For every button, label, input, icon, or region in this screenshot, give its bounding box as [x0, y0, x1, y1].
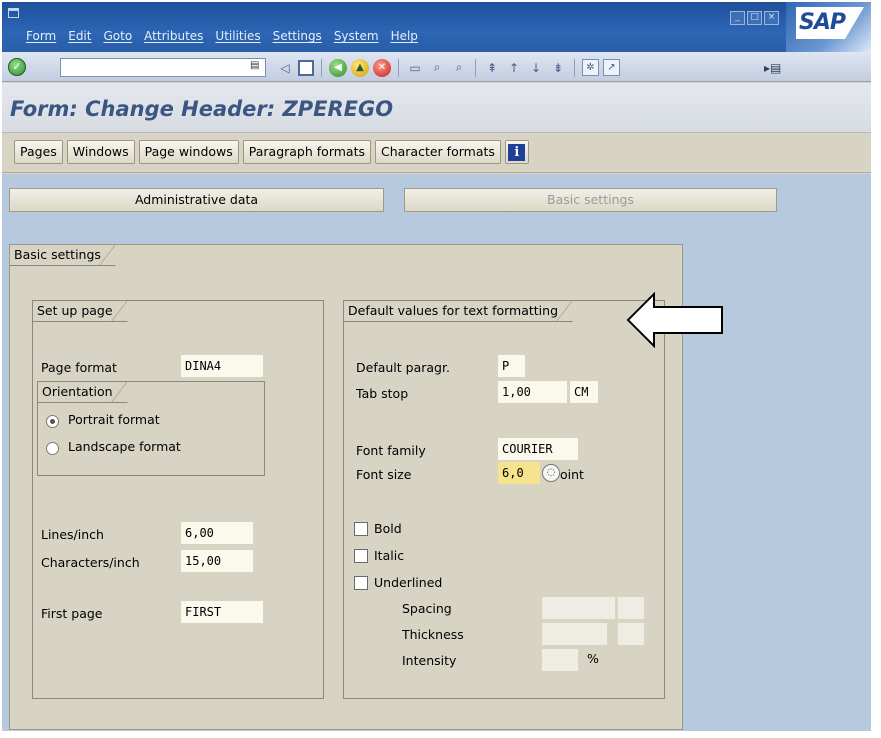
orientation-title: Orientation: [38, 382, 128, 403]
find-next-icon[interactable]: ⌕: [450, 59, 468, 77]
spacing-unit-field[interactable]: [618, 597, 644, 619]
help-icon[interactable]: ▸▤: [764, 61, 781, 75]
exit-icon[interactable]: ▲: [351, 58, 369, 77]
italic-checkbox[interactable]: [354, 549, 368, 563]
bold-checkbox[interactable]: [354, 522, 368, 536]
tab-stop-label: Tab stop: [356, 386, 409, 401]
window-controls: _ □ ×: [730, 11, 779, 25]
font-size-field[interactable]: 6,0: [498, 462, 540, 484]
first-page-field[interactable]: FIRST: [181, 601, 263, 623]
back-icon[interactable]: ◀: [329, 58, 347, 77]
arrow-annotation-icon: [626, 292, 723, 348]
toolbar-icons: ◁ ◀ ▲ ✕ ▭ ⌕ ⌕ ⇞ ↑ ↓ ⇟ ✲ ↗: [276, 58, 620, 77]
lines-per-inch-field[interactable]: 6,00: [181, 522, 253, 544]
info-icon: i: [508, 143, 526, 161]
command-field[interactable]: [60, 58, 266, 77]
last-page-icon[interactable]: ⇟: [549, 59, 567, 77]
landscape-radio[interactable]: [46, 442, 59, 455]
page-format-field[interactable]: DINA4: [181, 355, 263, 377]
text-formatting-title: Default values for text formatting: [344, 301, 574, 322]
intensity-label: Intensity: [402, 653, 457, 668]
default-paragraph-field[interactable]: P: [498, 355, 525, 377]
minimize-icon[interactable]: _: [730, 11, 745, 25]
next-page-icon[interactable]: ↓: [527, 59, 545, 77]
basic-settings-panel: Basic settings Set up page Page format D…: [9, 244, 683, 730]
application-toolbar: Pages Windows Page windows Paragraph for…: [2, 134, 871, 173]
windows-button[interactable]: Windows: [66, 140, 135, 164]
spacing-label: Spacing: [402, 601, 452, 616]
spacing-field[interactable]: [542, 597, 615, 619]
first-page-icon[interactable]: ⇞: [483, 59, 501, 77]
logo-area: SAP: [786, 2, 871, 52]
command-history-icon[interactable]: ▤: [250, 60, 260, 74]
maximize-icon[interactable]: □: [747, 11, 762, 25]
intensity-percent: %: [587, 651, 599, 666]
bold-label: Bold: [374, 521, 402, 536]
close-icon[interactable]: ×: [764, 11, 779, 25]
title-bar: Form Edit Goto Attributes Utilities Sett…: [2, 2, 871, 52]
chars-per-inch-label: Characters/inch: [41, 555, 140, 570]
menu-settings[interactable]: Settings: [267, 29, 328, 47]
create-session-icon[interactable]: ✲: [582, 59, 599, 76]
character-formats-button[interactable]: Character formats: [374, 140, 501, 164]
info-button[interactable]: i: [504, 140, 529, 164]
cancel-icon[interactable]: ✕: [373, 58, 391, 77]
tab-stop-field[interactable]: 1,00: [498, 381, 567, 403]
menu-form[interactable]: Form: [20, 29, 62, 47]
menu-goto[interactable]: Goto: [97, 29, 138, 47]
paragraph-formats-button[interactable]: Paragraph formats: [242, 140, 371, 164]
basic-settings-button[interactable]: Basic settings: [404, 188, 777, 212]
underlined-label: Underlined: [374, 575, 443, 590]
panel-title: Basic settings: [10, 245, 116, 266]
page-windows-button[interactable]: Page windows: [138, 140, 239, 164]
first-page-label: First page: [41, 606, 103, 621]
setup-page-group: Set up page Page format DINA4 Orientatio…: [32, 300, 324, 699]
save-icon[interactable]: [298, 59, 314, 76]
find-icon[interactable]: ⌕: [428, 59, 446, 77]
system-menu-icon[interactable]: [8, 8, 19, 18]
font-size-unit: oint: [560, 467, 584, 482]
pages-button[interactable]: Pages: [14, 140, 63, 164]
previous-page-icon[interactable]: ↑: [505, 59, 523, 77]
portrait-radio[interactable]: [46, 415, 59, 428]
menu-attributes[interactable]: Attributes: [138, 29, 209, 47]
enter-check-icon[interactable]: ✓: [8, 58, 26, 76]
thickness-label: Thickness: [402, 627, 464, 642]
menu-utilities[interactable]: Utilities: [209, 29, 266, 47]
menu-bar: Form Edit Goto Attributes Utilities Sett…: [20, 29, 424, 47]
font-family-field[interactable]: COURIER: [498, 438, 578, 460]
orientation-group: Orientation Portrait format Landscape fo…: [37, 381, 265, 476]
chars-per-inch-field[interactable]: 15,00: [181, 550, 253, 572]
history-back-icon[interactable]: ◁: [276, 59, 294, 77]
sap-window: Form Edit Goto Attributes Utilities Sett…: [2, 2, 871, 731]
tab-stop-unit-field[interactable]: CM: [570, 381, 598, 403]
intensity-field[interactable]: [542, 649, 578, 671]
menu-edit[interactable]: Edit: [62, 29, 97, 47]
lines-per-inch-label: Lines/inch: [41, 527, 104, 542]
menu-system[interactable]: System: [328, 29, 385, 47]
portrait-label: Portrait format: [68, 412, 160, 427]
title-area: Form: Change Header: ZPEREGO: [2, 83, 871, 133]
default-paragraph-label: Default paragr.: [356, 360, 450, 375]
text-formatting-group: Default values for text formatting Defau…: [343, 300, 665, 699]
shortcut-icon[interactable]: ↗: [603, 59, 620, 76]
font-size-label: Font size: [356, 467, 412, 482]
page-title: Form: Change Header: ZPEREGO: [10, 97, 394, 121]
underlined-checkbox[interactable]: [354, 576, 368, 590]
page-format-label: Page format: [41, 360, 117, 375]
thickness-field[interactable]: [542, 623, 607, 645]
standard-toolbar: ✓ ▤ ◁ ◀ ▲ ✕ ▭ ⌕ ⌕ ⇞ ↑ ↓ ⇟ ✲ ↗ ▸▤: [2, 52, 871, 82]
menu-help[interactable]: Help: [385, 29, 424, 47]
setup-page-title: Set up page: [33, 301, 128, 322]
administrative-data-button[interactable]: Administrative data: [9, 188, 384, 212]
content-area: Administrative data Basic settings Basic…: [2, 174, 871, 731]
print-icon[interactable]: ▭: [406, 59, 424, 77]
value-help-icon[interactable]: ◌: [542, 464, 560, 482]
font-family-label: Font family: [356, 443, 426, 458]
landscape-label: Landscape format: [68, 439, 181, 454]
italic-label: Italic: [374, 548, 405, 563]
thickness-unit-field[interactable]: [618, 623, 644, 645]
sap-logo: SAP: [796, 7, 864, 39]
